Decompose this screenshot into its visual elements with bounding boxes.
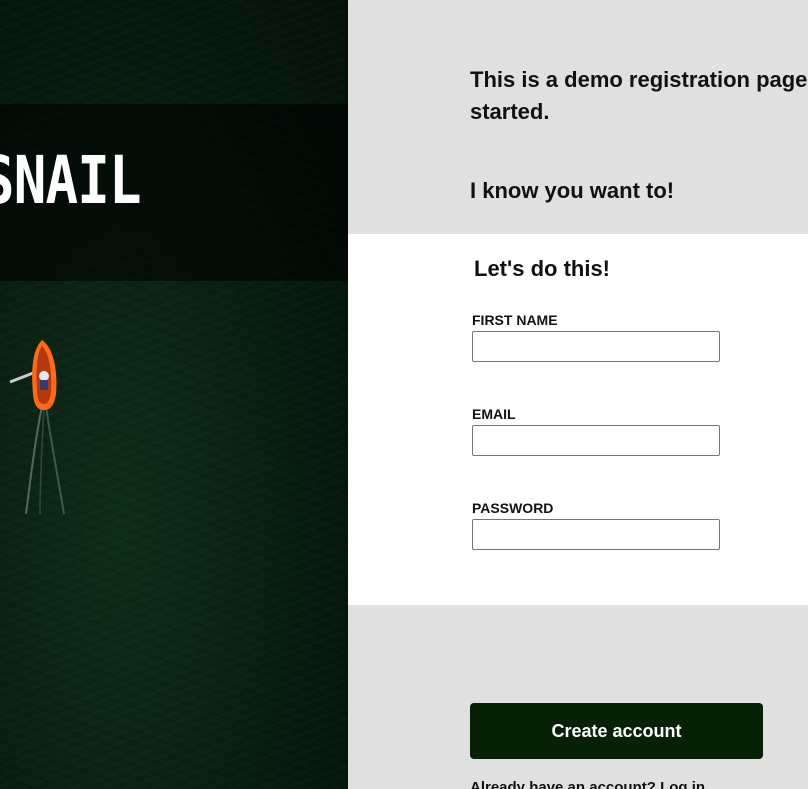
password-input[interactable] bbox=[472, 519, 720, 550]
hero-image-panel: SNAIL bbox=[0, 0, 348, 789]
login-prompt: Already have an account? Log in bbox=[470, 779, 705, 789]
intro-text: This is a demo registration page started… bbox=[470, 64, 807, 128]
registration-form: Let's do this! FIRST NAME EMAIL PASSWORD bbox=[348, 234, 808, 605]
password-label: PASSWORD bbox=[472, 500, 554, 516]
boat-image bbox=[9, 340, 65, 515]
brand-logo: SNAIL bbox=[0, 142, 142, 219]
first-name-input[interactable] bbox=[472, 331, 720, 362]
intro-section: This is a demo registration page started… bbox=[348, 0, 808, 234]
login-prompt-text: Already have an account? bbox=[470, 779, 656, 789]
first-name-label: FIRST NAME bbox=[472, 312, 558, 328]
form-actions: Create account Already have an account? … bbox=[348, 605, 808, 789]
form-title: Let's do this! bbox=[474, 256, 611, 281]
registration-page: SNAIL This is a demo registration page s… bbox=[0, 0, 808, 789]
intro-tagline: I know you want to! bbox=[470, 178, 675, 203]
login-link[interactable]: Log in bbox=[660, 779, 705, 789]
intro-line-2: started. bbox=[470, 99, 550, 124]
email-label: EMAIL bbox=[472, 406, 516, 422]
create-account-button[interactable]: Create account bbox=[470, 703, 763, 759]
email-input[interactable] bbox=[472, 425, 720, 456]
intro-line-1: This is a demo registration page bbox=[470, 67, 808, 92]
